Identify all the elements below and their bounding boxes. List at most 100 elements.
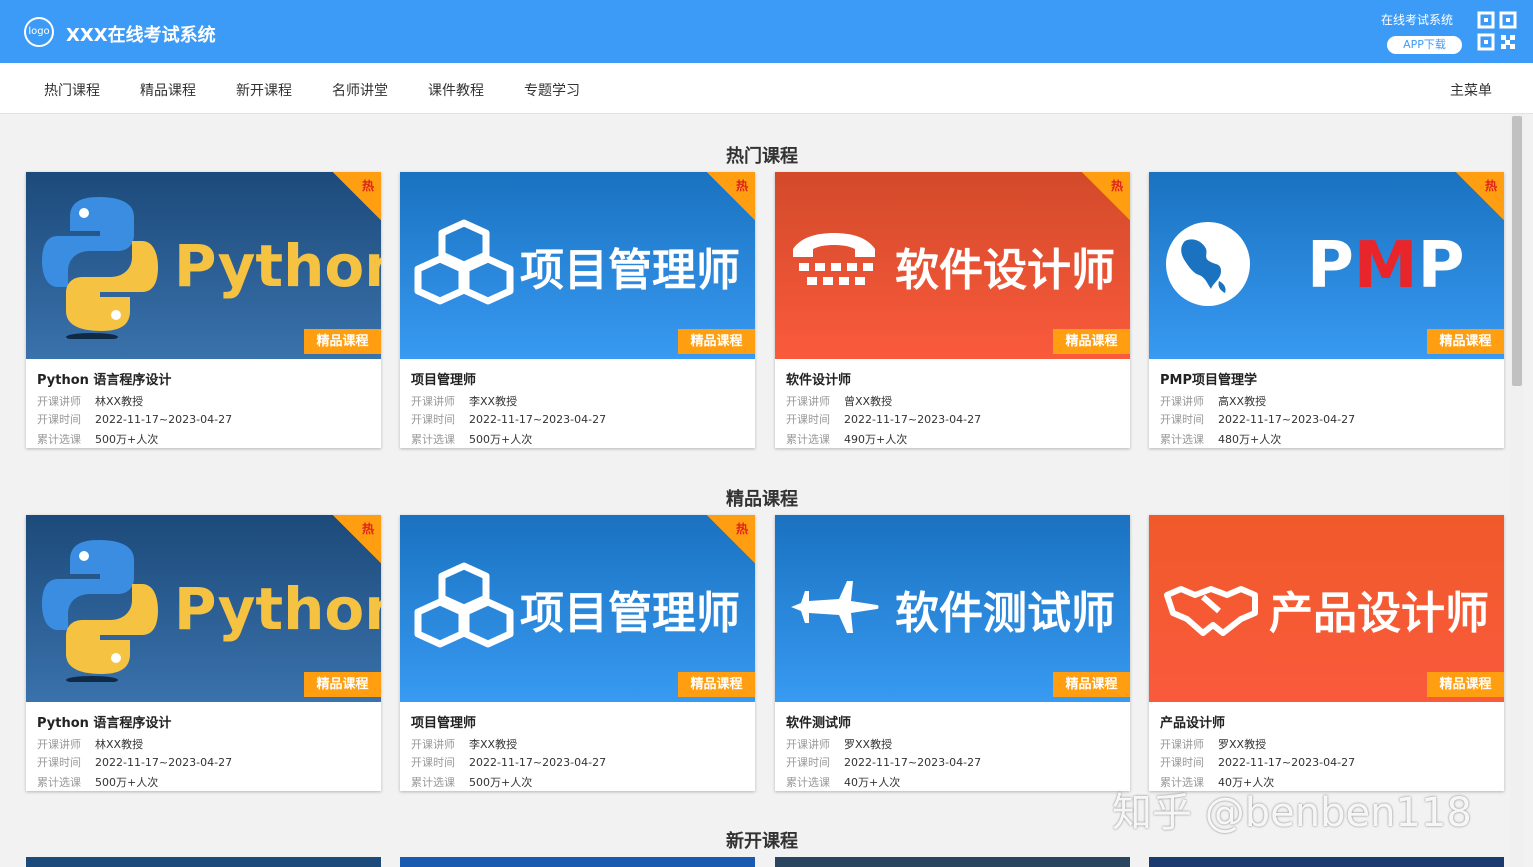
course-card-partial[interactable] [1149, 857, 1504, 867]
count-label: 累计选课 [786, 776, 830, 789]
teacher-label: 开课讲师 [786, 395, 830, 408]
course-name[interactable]: 项目管理师 [411, 712, 476, 731]
course-time-row: 开课时间 2022-11-17~2023-04-27 [786, 754, 981, 770]
main-menu-link[interactable]: 主菜单 [1450, 80, 1492, 100]
course-card[interactable]: 项目管理师热精品课程 项目管理师 开课讲师 李XX教授 开课时间 2022-11-17~2… [400, 515, 755, 791]
course-count-row: 累计选课 500万+人次 [37, 774, 158, 790]
time-value: 2022-11-17~2023-04-27 [844, 756, 982, 769]
course-teacher-row: 开课讲师 林XX教授 [37, 736, 143, 752]
hot-tag-label: 热 [361, 179, 374, 193]
course-card[interactable]: Python 热精品课程 Python 语言程序设计开课讲师 林XX教授开课时间 202… [26, 172, 381, 448]
hot-tag: 热 [707, 172, 755, 220]
course-card[interactable]: 软件测试师 精品课程 软件测试师 开课讲师 罗XX教授 开课时间 2022-11-17~20… [775, 515, 1130, 791]
course-teacher-row: 开课讲师 林XX教授 [37, 393, 143, 409]
nav-item-courseware[interactable]: 课件教程 [428, 80, 484, 100]
time-label: 开课时间 [786, 413, 830, 426]
hot-tag-label: 热 [1110, 179, 1123, 193]
course-thumbnail[interactable]: Python 热精品课程 [26, 172, 381, 359]
course-name[interactable]: Python 语言程序设计 [37, 712, 171, 731]
course-count-row: 累计选课 40万+人次 [786, 774, 900, 790]
premium-badge: 精品课程 [304, 329, 381, 354]
course-card-partial[interactable] [26, 857, 381, 867]
teacher-label: 开课讲师 [37, 738, 81, 751]
course-count-row: 累计选课 500万+人次 [37, 431, 158, 447]
course-card[interactable]: Python 热精品课程 Python 语言程序设计开课讲师 林XX教授开课时间 202… [26, 515, 381, 791]
count-value: 500万+人次 [95, 776, 159, 789]
course-thumbnail[interactable]: 软件测试师精品课程 [775, 515, 1130, 702]
course-count-row: 累计选课 500万+人次 [411, 431, 532, 447]
top-header: logo XXX在线考试系统 在线考试系统 APP下载 [0, 0, 1533, 63]
course-card-partial[interactable] [775, 857, 1130, 867]
time-label: 开课时间 [37, 756, 81, 769]
count-label: 累计选课 [1160, 433, 1204, 446]
time-label: 开课时间 [1160, 413, 1204, 426]
course-name[interactable]: PMP项目管理学 [1160, 369, 1257, 388]
course-thumbnail[interactable]: PMP 热精品课程 [1149, 172, 1504, 359]
count-value: 40万+人次 [844, 776, 901, 789]
time-value: 2022-11-17~2023-04-27 [844, 413, 982, 426]
course-card[interactable]: PMP 热精品课程 PMP项目管理学 开课讲师 高XX教授 开课时间 2022-11-17~… [1149, 172, 1504, 448]
nav-item-new-courses[interactable]: 新开课程 [236, 80, 292, 100]
premium-badge: 精品课程 [1053, 672, 1130, 697]
hot-tag-label: 热 [361, 522, 374, 536]
python-logo-icon [40, 532, 160, 686]
course-time-row: 开课时间 2022-11-17~2023-04-27 [411, 754, 606, 770]
course-time-row: 开课时间 2022-11-17~2023-04-27 [1160, 411, 1355, 427]
handshake-icon [1163, 577, 1259, 641]
course-thumbnail-title: 软件测试师 [895, 587, 1115, 639]
scrollbar-thumb[interactable] [1512, 116, 1522, 386]
teacher-label: 开课讲师 [411, 395, 455, 408]
course-name[interactable]: 项目管理师 [411, 369, 476, 388]
course-time-row: 开课时间 2022-11-17~2023-04-27 [786, 411, 981, 427]
cubes-icon [414, 562, 514, 656]
course-name[interactable]: 产品设计师 [1160, 712, 1225, 731]
count-value: 500万+人次 [469, 776, 533, 789]
time-value: 2022-11-17~2023-04-27 [95, 413, 233, 426]
course-time-row: 开课时间 2022-11-17~2023-04-27 [37, 411, 232, 427]
nav-item-hot-courses[interactable]: 热门课程 [44, 80, 100, 100]
course-thumbnail[interactable]: 产品设计师 精品课程 [1149, 515, 1504, 702]
course-name[interactable]: 软件设计师 [786, 369, 851, 388]
course-name[interactable]: Python 语言程序设计 [37, 369, 171, 388]
course-thumbnail[interactable]: 项目管理师 热精品课程 [400, 172, 755, 359]
count-value: 490万+人次 [844, 433, 908, 446]
qr-code-icon[interactable] [1477, 11, 1517, 51]
course-time-row: 开课时间 2022-11-17~2023-04-27 [411, 411, 606, 427]
time-value: 2022-11-17~2023-04-27 [95, 756, 233, 769]
logo[interactable]: logo [24, 17, 54, 47]
course-thumbnail[interactable]: Python 热精品课程 [26, 515, 381, 702]
time-value: 2022-11-17~2023-04-27 [1218, 756, 1356, 769]
course-thumbnail[interactable]: 项目管理师 热精品课程 [400, 515, 755, 702]
telephone-icon [789, 229, 879, 303]
app-download-button[interactable]: APP下载 [1387, 36, 1462, 54]
watermark: 知乎 @benben118 [1112, 790, 1472, 836]
hot-tag-label: 热 [735, 522, 748, 536]
nav-item-topics[interactable]: 专题学习 [524, 80, 580, 100]
time-label: 开课时间 [411, 756, 455, 769]
course-card[interactable]: 软件设计师热精品课程 软件设计师 开课讲师 曾XX教授 开课时间 2022-11-17~2… [775, 172, 1130, 448]
course-thumbnail-title: 项目管理师 [520, 587, 740, 639]
count-label: 累计选课 [37, 433, 81, 446]
course-teacher-row: 开课讲师 曾XX教授 [786, 393, 892, 409]
course-thumbnail[interactable]: 软件设计师 热精品课程 [775, 172, 1130, 359]
online-exam-link[interactable]: 在线考试系统 [1381, 11, 1453, 28]
section-title-premium: 精品课程 [726, 489, 798, 510]
course-name[interactable]: 软件测试师 [786, 712, 851, 731]
premium-badge: 精品课程 [1053, 329, 1130, 354]
time-label: 开课时间 [411, 413, 455, 426]
course-thumbnail-title: 产品设计师 [1269, 587, 1489, 639]
course-card[interactable]: 项目管理师热精品课程 项目管理师 开课讲师 李XX教授 开课时间 2022-11-17~2… [400, 172, 755, 448]
count-label: 累计选课 [786, 433, 830, 446]
hot-tag: 热 [1082, 172, 1130, 220]
nav-item-premium-courses[interactable]: 精品课程 [140, 80, 196, 100]
teacher-label: 开课讲师 [1160, 395, 1204, 408]
section-title-new: 新开课程 [726, 831, 798, 852]
cubes-icon [414, 219, 514, 313]
course-card-partial[interactable] [400, 857, 755, 867]
nav-item-famous-teachers[interactable]: 名师讲堂 [332, 80, 388, 100]
premium-badge: 精品课程 [678, 672, 755, 697]
course-thumbnail-title: Python [174, 574, 381, 643]
count-value: 500万+人次 [469, 433, 533, 446]
course-card[interactable]: 产品设计师 精品课程 产品设计师 开课讲师 罗XX教授 开课时间 2022-11-17~20… [1149, 515, 1504, 791]
course-teacher-row: 开课讲师 李XX教授 [411, 736, 517, 752]
